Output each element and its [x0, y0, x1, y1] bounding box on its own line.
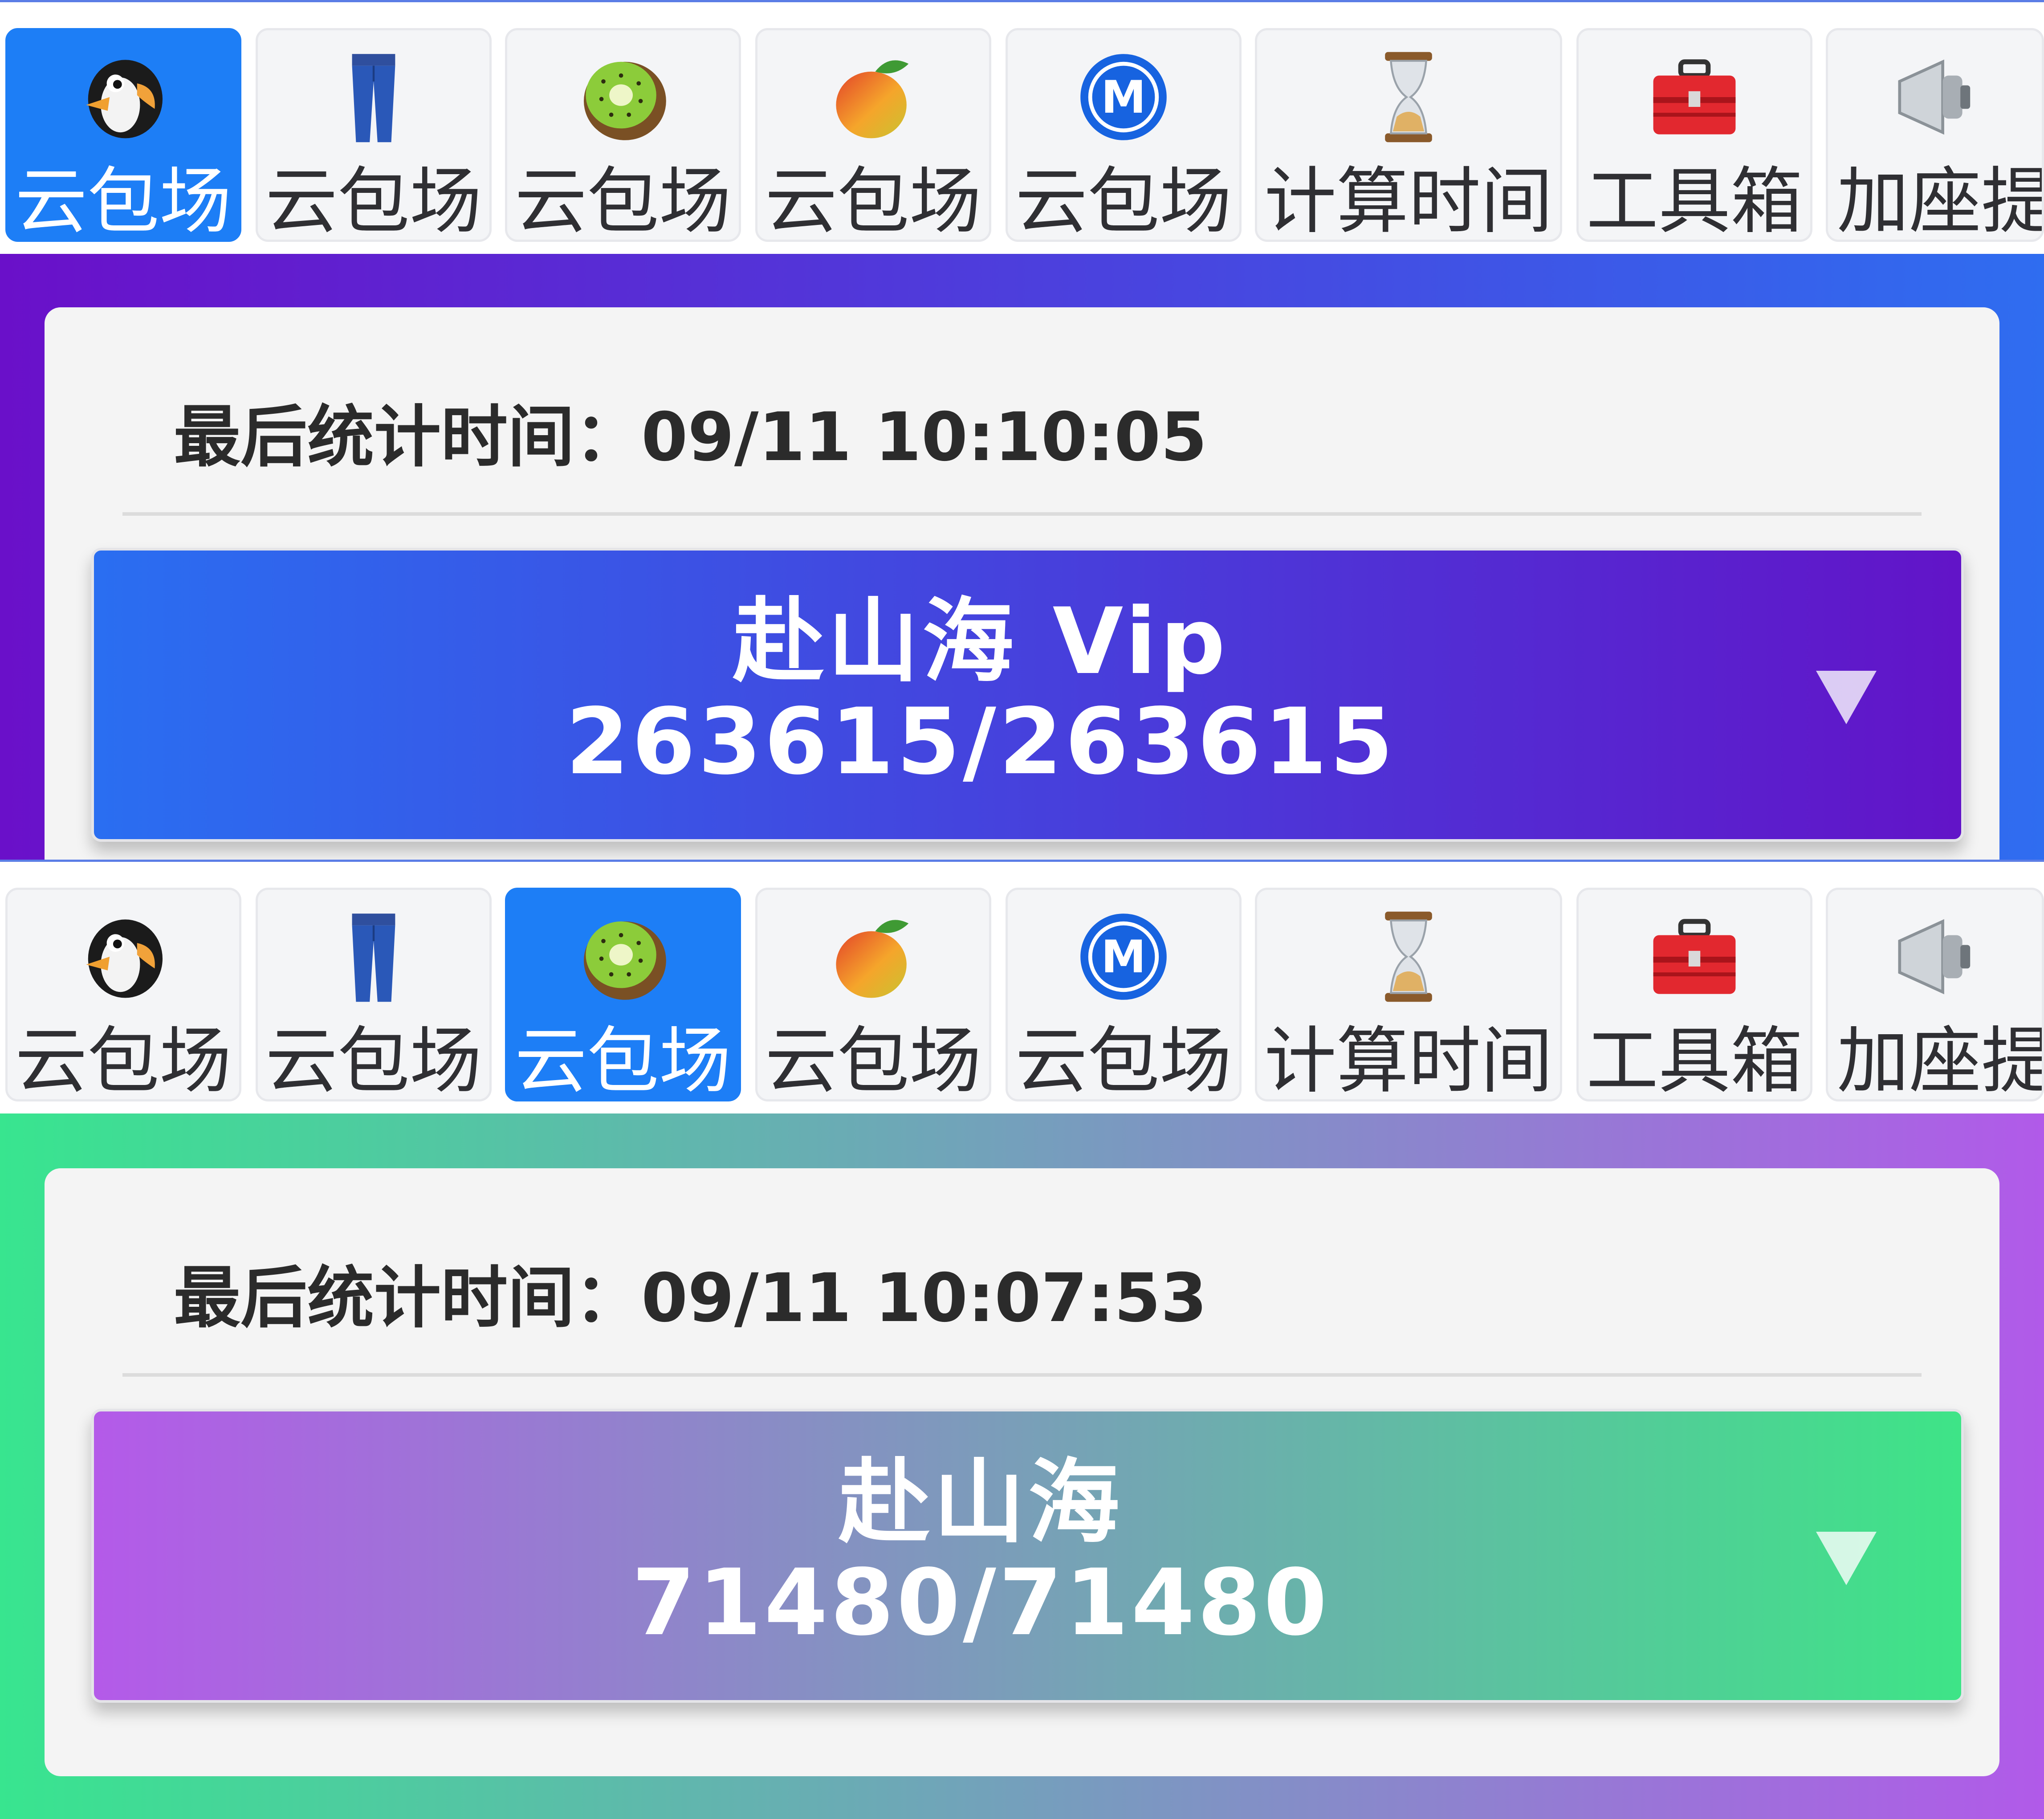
- penguin-icon: [86, 60, 163, 139]
- last-stat-label: 最后统计时间：: [174, 1260, 642, 1337]
- tab-add-seat[interactable]: 加座提: [1826, 28, 2044, 242]
- tab-cloud-booking-metro[interactable]: M 云包场: [1006, 28, 1242, 242]
- tab-toolbox[interactable]: 工具箱: [1576, 888, 1812, 1101]
- ticket-count: 71480/71480: [631, 1550, 1330, 1656]
- tab-label: 云包场: [1015, 160, 1232, 242]
- mango-icon: [836, 60, 909, 139]
- svg-text:M: M: [1101, 930, 1146, 983]
- jeans-icon: [352, 914, 395, 1002]
- tab-cloud-booking-kiwi[interactable]: 云包场: [505, 888, 741, 1101]
- tab-label: 云包场: [15, 160, 232, 242]
- tab-label: 云包场: [515, 1020, 731, 1101]
- show-select-dropdown[interactable]: 赴山海 Vip 263615/263615: [91, 548, 1964, 842]
- jeans-icon: [352, 54, 395, 143]
- tab-label: 加座提: [1837, 160, 2044, 242]
- dropdown-arrow-icon: [1816, 671, 1877, 724]
- tab-label: 云包场: [515, 160, 731, 242]
- tab-cloud-booking-jeans[interactable]: 云包场: [256, 888, 492, 1101]
- tab-cloud-booking-metro[interactable]: M 云包场: [1006, 888, 1242, 1101]
- tab-label: 工具箱: [1586, 160, 1803, 242]
- last-stat-time: 最后统计时间：09/11 10:07:53: [174, 1244, 1207, 1341]
- svg-text:M: M: [1101, 71, 1146, 123]
- megaphone-icon: [1898, 919, 1971, 995]
- tab-cloud-booking-penguin[interactable]: 云包场: [5, 28, 241, 242]
- tab-label: 计算时间: [1264, 1020, 1553, 1101]
- dropdown-text: 赴山海 71480/71480: [94, 1454, 1868, 1654]
- tab-calc-time[interactable]: 计算时间: [1255, 28, 1562, 242]
- tab-label: 云包场: [765, 160, 981, 242]
- tab-label: 云包场: [765, 1020, 981, 1101]
- tab-calc-time[interactable]: 计算时间: [1255, 888, 1562, 1101]
- kiwi-icon: [584, 921, 666, 1000]
- mango-icon: [836, 920, 909, 998]
- hourglass-icon: [1385, 911, 1432, 1002]
- ticket-count: 263615/263615: [566, 689, 1396, 795]
- metro-m-icon: M: [1080, 914, 1167, 1000]
- tab-label: 工具箱: [1586, 1020, 1803, 1101]
- last-stat-value: 09/11 10:07:53: [641, 1260, 1207, 1337]
- tab-cloud-booking-penguin[interactable]: 云包场: [5, 888, 241, 1101]
- tab-cloud-booking-jeans[interactable]: 云包场: [256, 28, 492, 242]
- tab-add-seat[interactable]: 加座提: [1826, 888, 2044, 1101]
- last-stat-time: 最后统计时间：09/11 10:10:05: [174, 383, 1207, 480]
- dropdown-arrow-icon: [1816, 1532, 1877, 1585]
- toolbox-icon: [1653, 59, 1736, 135]
- divider: [122, 1373, 1922, 1377]
- megaphone-icon: [1898, 59, 1971, 135]
- tab-cloud-booking-mango[interactable]: 云包场: [755, 28, 991, 242]
- hourglass-icon: [1385, 52, 1432, 143]
- stats-panel: 最后统计时间：09/11 10:10:05 赴山海 Vip 263615/263…: [45, 307, 1999, 860]
- tab-label: 云包场: [265, 160, 482, 242]
- screen-2: 云包场 云包场 云包场 云包场 M 云包场 计算时间 工具箱 加座提 最后统计时…: [0, 860, 2044, 1819]
- show-name: 赴山海 Vip: [733, 589, 1229, 695]
- metro-m-icon: M: [1080, 54, 1167, 140]
- tab-label: 云包场: [15, 1020, 232, 1101]
- tab-label: 加座提: [1837, 1020, 2044, 1101]
- tab-label: 云包场: [265, 1020, 482, 1101]
- toolbox-icon: [1653, 919, 1736, 994]
- tab-label: 云包场: [1015, 1020, 1232, 1101]
- tab-cloud-booking-mango[interactable]: 云包场: [755, 888, 991, 1101]
- show-name: 赴山海: [839, 1450, 1123, 1556]
- kiwi-icon: [584, 61, 666, 140]
- dropdown-text: 赴山海 Vip 263615/263615: [94, 593, 1868, 793]
- tab-toolbox[interactable]: 工具箱: [1576, 28, 1812, 242]
- tab-cloud-booking-kiwi[interactable]: 云包场: [505, 28, 741, 242]
- stats-panel: 最后统计时间：09/11 10:07:53 赴山海 71480/71480: [45, 1168, 1999, 1776]
- divider: [122, 512, 1922, 516]
- tab-label: 计算时间: [1264, 160, 1553, 242]
- tab-bar: 云包场 云包场 云包场 云包场 M 云包场 计算时间 工具箱 加座提: [0, 0, 2044, 254]
- last-stat-value: 09/11 10:10:05: [641, 399, 1207, 476]
- tab-bar: 云包场 云包场 云包场 云包场 M 云包场 计算时间 工具箱 加座提: [0, 860, 2044, 1113]
- show-select-dropdown[interactable]: 赴山海 71480/71480: [91, 1409, 1964, 1703]
- screen-1: 云包场 云包场 云包场 云包场 M 云包场 计算时间 工具箱 加座提 最后统计时…: [0, 0, 2044, 860]
- last-stat-label: 最后统计时间：: [174, 399, 642, 476]
- penguin-icon: [86, 919, 163, 998]
